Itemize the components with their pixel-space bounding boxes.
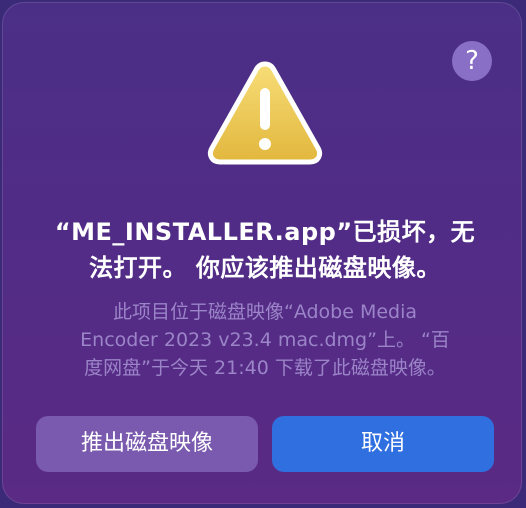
alert-title-line-2: 法打开。 你应该推出磁盘映像。 <box>89 254 441 282</box>
help-button[interactable]: ? <box>452 41 492 81</box>
eject-disk-image-button[interactable]: 推出磁盘映像 <box>36 416 258 472</box>
alert-message: 此项目位于磁盘映像“Adobe Media Encoder 2023 v23.4… <box>50 298 480 382</box>
question-mark-icon: ? <box>465 46 479 76</box>
alert-message-line-3: 度网盘”于今天 21:40 下载了此磁盘映像。 <box>84 357 446 379</box>
alert-message-line-1: 此项目位于磁盘映像“Adobe Media <box>112 301 418 323</box>
alert-message-line-2: Encoder 2023 v23.4 mac.dmg”上。 “百 <box>80 329 450 351</box>
alert-title: “ME_INSTALLER.app”已损坏，无 法打开。 你应该推出磁盘映像。 <box>42 214 488 286</box>
alert-dialog: ? “ME_INSTALLER.app”已损坏，无 法打开。 你应该推出磁盘映像… <box>2 2 522 504</box>
warning-triangle-icon <box>207 61 323 165</box>
alert-title-line-1: “ME_INSTALLER.app”已损坏，无 <box>54 218 476 246</box>
cancel-button[interactable]: 取消 <box>272 416 494 472</box>
